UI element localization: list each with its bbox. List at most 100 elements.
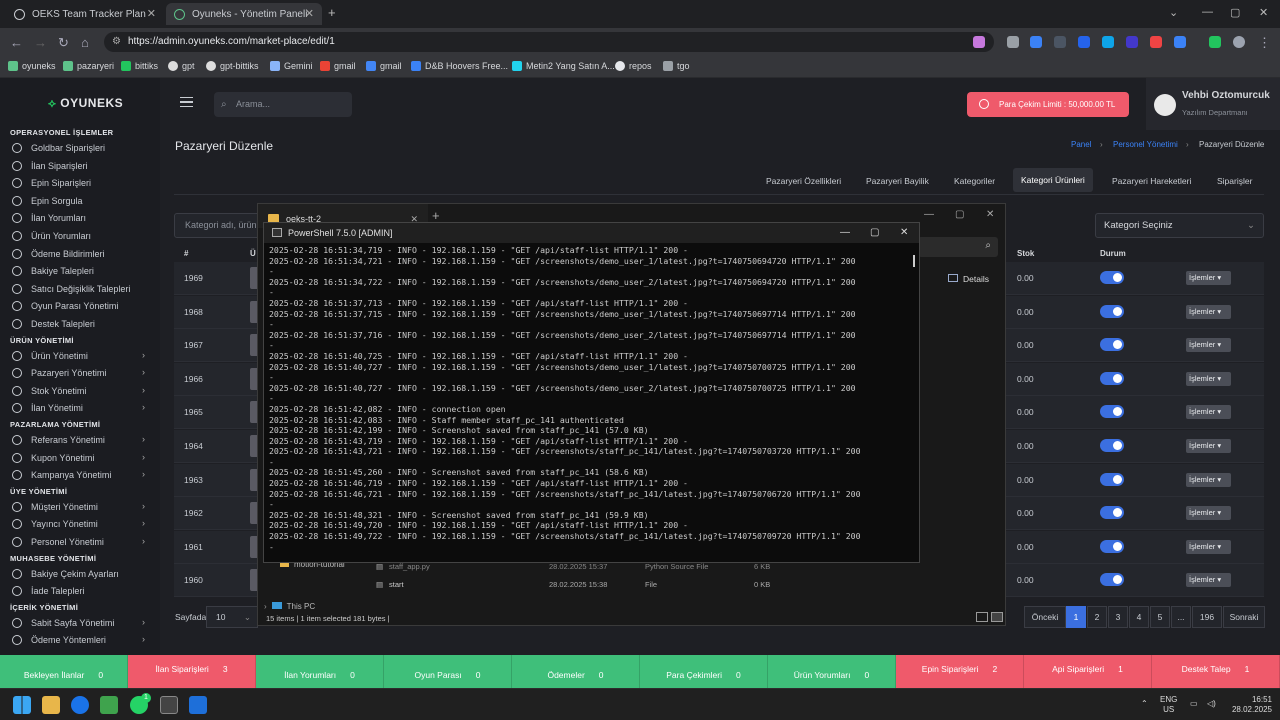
- notification-counter[interactable]: Ürün Yorumları 0: [768, 655, 896, 688]
- tab-categories[interactable]: Kategoriler: [954, 176, 995, 186]
- breadcrumb-item[interactable]: Personel Yönetimi: [1113, 140, 1178, 149]
- page-button[interactable]: 5: [1150, 606, 1170, 628]
- file-explorer-icon[interactable]: [42, 696, 60, 714]
- user-menu[interactable]: Vehbi Oztomurcuk Yazılım Departmanı: [1146, 78, 1280, 130]
- windows-start-icon[interactable]: [13, 696, 31, 714]
- notification-counter[interactable]: Ödemeler 0: [512, 655, 640, 688]
- bookmark-item[interactable]: gpt-bittiks: [206, 61, 259, 71]
- extension-icon[interactable]: [1102, 36, 1114, 48]
- actions-dropdown[interactable]: İşlemler ▾: [1186, 472, 1231, 487]
- language-indicator[interactable]: ENG US: [1160, 695, 1177, 715]
- sidebar-item[interactable]: Müşteri Yönetimi ›: [12, 499, 157, 515]
- sidebar-item[interactable]: Bakiye Çekim Ayarları: [12, 566, 157, 582]
- notification-counter[interactable]: Destek Talep 1: [1152, 655, 1280, 688]
- status-toggle[interactable]: [1100, 405, 1124, 419]
- bookmark-item[interactable]: gmail: [366, 61, 402, 71]
- minimize-icon[interactable]: —: [840, 227, 850, 238]
- minimize-icon[interactable]: —: [924, 209, 934, 220]
- details-view-icon[interactable]: [976, 612, 988, 622]
- sidebar-item[interactable]: Bakiye Talepleri: [12, 263, 157, 279]
- details-button[interactable]: Details: [948, 274, 989, 284]
- reload-icon[interactable]: ↻: [58, 35, 69, 51]
- sidebar-item[interactable]: Yayıncı Yönetimi ›: [12, 516, 157, 532]
- volume-icon[interactable]: ◁): [1207, 699, 1216, 709]
- profile-avatar-icon[interactable]: [1233, 36, 1245, 48]
- bookmark-item[interactable]: repos: [615, 61, 652, 71]
- page-button[interactable]: 196: [1192, 606, 1222, 628]
- sidebar-item[interactable]: Ürün Yorumları: [12, 228, 157, 244]
- defender-icon[interactable]: [189, 696, 207, 714]
- tab-dealership[interactable]: Pazaryeri Bayilik: [866, 176, 929, 186]
- sidebar-item[interactable]: Epin Sorgula: [12, 193, 157, 209]
- sidebar-item[interactable]: Ödeme Yöntemleri ›: [12, 632, 157, 648]
- next-page-button[interactable]: Sonraki: [1223, 606, 1265, 628]
- large-icons-view-icon[interactable]: [991, 612, 1003, 622]
- nav-this-pc[interactable]: › This PC: [264, 602, 315, 611]
- maximize-icon[interactable]: ▢: [870, 227, 879, 238]
- bookmark-item[interactable]: oyuneks: [8, 61, 56, 71]
- terminal-scrollbar[interactable]: [913, 255, 915, 267]
- tab-category-products[interactable]: Kategori Ürünleri: [1013, 168, 1093, 192]
- terminal-icon[interactable]: [160, 696, 178, 714]
- home-icon[interactable]: ⌂: [81, 35, 89, 50]
- actions-dropdown[interactable]: İşlemler ▾: [1186, 506, 1231, 521]
- actions-dropdown[interactable]: İşlemler ▾: [1186, 405, 1231, 420]
- extension-icon[interactable]: [1078, 36, 1090, 48]
- page-button[interactable]: 1: [1066, 606, 1086, 628]
- status-toggle[interactable]: [1100, 539, 1124, 553]
- close-tab-icon[interactable]: ✕: [305, 7, 314, 20]
- page-button[interactable]: 3: [1108, 606, 1128, 628]
- status-toggle[interactable]: [1100, 371, 1124, 385]
- notification-counter[interactable]: İlan Siparişleri 3: [128, 655, 256, 688]
- extension-icon[interactable]: [1030, 36, 1042, 48]
- status-toggle[interactable]: [1100, 304, 1124, 318]
- brand-logo[interactable]: ⟡ OYUNEKS: [48, 96, 123, 111]
- tab-movements[interactable]: Pazaryeri Hareketleri: [1112, 176, 1191, 186]
- extension-icon[interactable]: [1126, 36, 1138, 48]
- sidebar-item[interactable]: Kupon Yönetimi ›: [12, 450, 157, 466]
- tray-overflow-icon[interactable]: ⌃: [1141, 699, 1148, 709]
- clock[interactable]: 16:51 28.02.2025: [1226, 695, 1272, 715]
- actions-dropdown[interactable]: İşlemler ▾: [1186, 573, 1231, 588]
- bookmark-item[interactable]: tgo: [663, 61, 690, 71]
- sidebar-item[interactable]: İlan Siparişleri: [12, 158, 157, 174]
- sidebar-item[interactable]: Pazaryeri Yönetimi ›: [12, 365, 157, 381]
- explorer-search-input[interactable]: ⌕: [918, 237, 998, 257]
- hamburger-menu-icon[interactable]: [180, 97, 193, 107]
- actions-dropdown[interactable]: İşlemler ▾: [1186, 439, 1231, 453]
- status-toggle[interactable]: [1100, 506, 1124, 520]
- menu-icon[interactable]: ⋮: [1258, 35, 1271, 51]
- breadcrumb-item[interactable]: Panel: [1071, 140, 1091, 149]
- withdraw-limit-badge[interactable]: Para Çekim Limiti : 50,000.00 TL: [967, 92, 1129, 117]
- forward-icon[interactable]: →: [34, 35, 47, 50]
- bookmark-item[interactable]: Gemini: [270, 61, 313, 71]
- bookmark-item[interactable]: gmail: [320, 61, 356, 71]
- site-info-icon[interactable]: ⚙: [112, 32, 121, 52]
- sidebar-item[interactable]: Satıcı Değişiklik Talepleri: [12, 281, 157, 297]
- close-window-icon[interactable]: ✕: [986, 209, 994, 220]
- browser-icon[interactable]: [71, 696, 89, 714]
- maximize-icon[interactable]: ▢: [955, 209, 964, 220]
- address-bar[interactable]: ⚙ https://admin.oyuneks.com/market-place…: [104, 32, 994, 52]
- terminal-output[interactable]: 2025-02-28 16:51:34,719 - INFO - 192.168…: [269, 245, 911, 561]
- bookmark-item[interactable]: Metin2 Yang Satın A...: [512, 61, 615, 71]
- category-select[interactable]: Kategori Seçiniz ⌄: [1095, 213, 1264, 238]
- minimize-icon[interactable]: —: [1202, 6, 1213, 18]
- actions-dropdown[interactable]: İşlemler ▾: [1186, 371, 1231, 386]
- bookmark-item[interactable]: pazaryeri: [63, 61, 114, 71]
- sidebar-item[interactable]: Epin Siparişleri: [12, 175, 157, 191]
- bookmark-item[interactable]: bittiks: [121, 61, 158, 71]
- notification-counter[interactable]: Epin Siparişleri 2: [896, 655, 1024, 688]
- editor-icon[interactable]: [100, 696, 118, 714]
- actions-dropdown[interactable]: İşlemler ▾: [1186, 304, 1231, 319]
- tab-search-icon[interactable]: ⌄: [1169, 6, 1178, 19]
- new-tab-icon[interactable]: +: [432, 208, 440, 223]
- per-page-select[interactable]: 10 ⌄: [206, 606, 258, 628]
- close-window-icon[interactable]: ✕: [1259, 6, 1268, 19]
- notification-counter[interactable]: Oyun Parası 0: [384, 655, 512, 688]
- page-button[interactable]: 2: [1087, 606, 1107, 628]
- status-toggle[interactable]: [1100, 338, 1124, 352]
- powershell-titlebar[interactable]: PowerShell 7.5.0 [ADMIN]: [264, 223, 919, 243]
- sidebar-item[interactable]: Referans Yönetimi ›: [12, 432, 157, 448]
- notification-counter[interactable]: Api Siparişleri 1: [1024, 655, 1152, 688]
